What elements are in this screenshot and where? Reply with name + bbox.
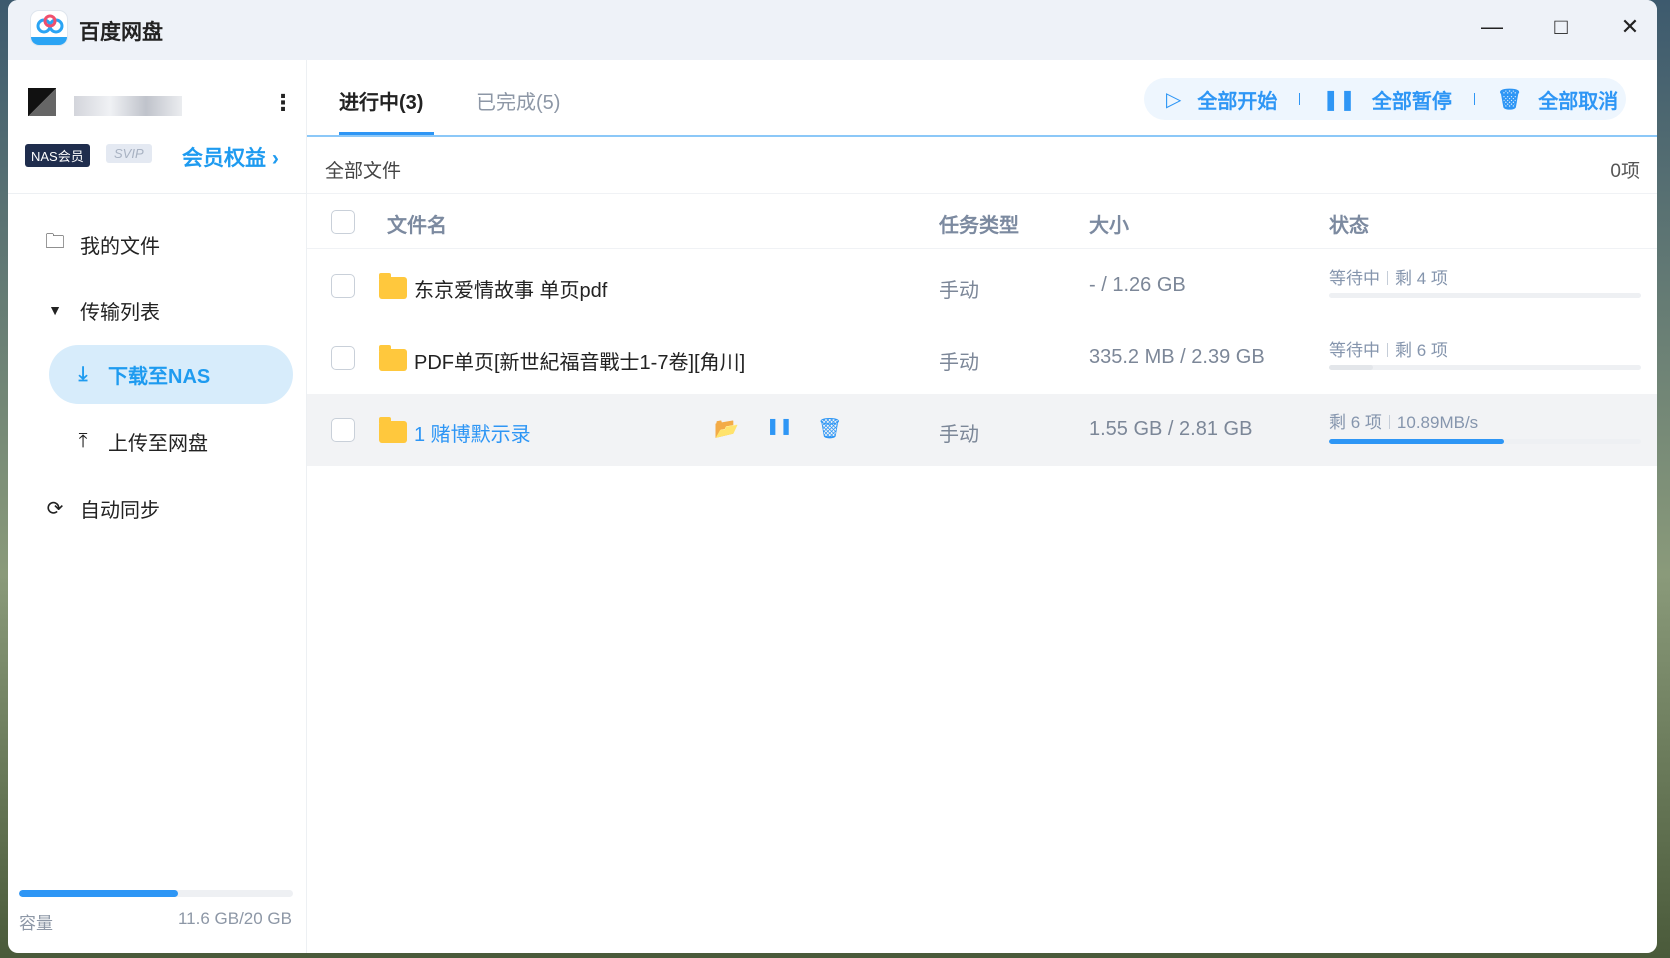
app-window: 百度网盘 — □ ✕ ⋮ NAS会员 SVIP 会员权益 › 🗀 我的文件 ▼ 传输… [8,0,1657,953]
folder-icon: 🗀 [45,231,65,253]
file-name[interactable]: 东京爱情故事 单页pdf [414,274,607,303]
delete-icon[interactable]: 🗑 [817,416,842,441]
caret-down-icon: ▼ [48,302,62,318]
minimize-button[interactable]: — [1477,12,1507,42]
file-name[interactable]: PDF单页[新世紀福音戰士1-7卷][角川] [414,346,745,375]
pause-all-button[interactable]: 全部暂停 [1372,85,1452,114]
separator [1299,93,1301,105]
divider [8,193,307,194]
table-header: 文件名 任务类型 大小 状态 [307,194,1657,249]
column-header-name[interactable]: 文件名 [387,209,447,238]
status-secondary: 10.89MB/s [1396,413,1479,432]
play-icon: ▷ [1166,88,1182,111]
main-panel: 进行中(3) 已完成(5) ▷ 全部开始 ❚❚ 全部暂停 🗑 全部取消 全部文件… [307,60,1657,953]
sidebar: ⋮ NAS会员 SVIP 会员权益 › 🗀 我的文件 ▼ 传输列表 ⤓ 下载至NAS … [8,60,307,953]
member-benefits-link[interactable]: 会员权益 › [182,142,279,172]
close-button[interactable]: ✕ [1615,12,1645,42]
capacity-fill [19,890,178,897]
download-icon: ⤓ [78,362,88,385]
tab-in-progress[interactable]: 进行中(3) [339,86,423,115]
start-all-button[interactable]: 全部开始 [1197,85,1277,114]
file-size: 335.2 MB / 2.39 GB [1089,346,1265,368]
status-text: 剩 6 项 10.89MB/s [1329,408,1478,433]
username-blurred [74,96,182,116]
column-header-type[interactable]: 任务类型 [939,209,1019,238]
table-row[interactable]: PDF单页[新世紀福音戰士1-7卷][角川] 手动 335.2 MB / 2.3… [307,322,1657,394]
nas-member-badge: NAS会员 [25,144,90,167]
column-header-status[interactable]: 状态 [1329,209,1369,238]
maximize-button[interactable]: □ [1546,12,1576,42]
pause-icon: ❚❚ [1322,88,1356,111]
progress-bar [1329,439,1641,444]
status-text: 等待中剩 6 项 [1329,336,1448,361]
status-primary: 等待中 [1329,341,1380,360]
file-size: - / 1.26 GB [1089,274,1186,296]
folder-icon [379,345,407,371]
capacity-bar [19,890,293,897]
sidebar-item-download-to-nas-content[interactable]: ⤓ 下载至NAS [8,352,298,396]
sidebar-item-auto-sync[interactable]: ⟳ 自动同步 [8,486,307,530]
pause-icon[interactable]: ❚❚ [766,416,793,436]
sync-icon: ⟳ [46,497,64,520]
progress-bar [1329,293,1641,298]
sidebar-item-my-files[interactable]: 🗀 我的文件 [8,222,307,266]
status-text: 等待中剩 4 项 [1329,264,1448,289]
avatar[interactable] [28,88,56,116]
row-checkbox[interactable] [331,418,355,442]
status-secondary: 剩 4 项 [1395,269,1448,288]
upload-icon: ⤒ [78,429,88,452]
select-all-checkbox[interactable] [331,210,355,234]
sidebar-item-upload-to-cloud[interactable]: ⤒ 上传至网盘 [8,419,307,463]
sidebar-item-label: 下载至NAS [108,365,211,388]
toolbar: ▷ 全部开始 ❚❚ 全部暂停 🗑 全部取消 [1144,78,1626,120]
trash-icon: 🗑 [1496,88,1523,111]
status-primary: 剩 6 项 [1329,413,1382,432]
row-checkbox[interactable] [331,274,355,298]
more-icon[interactable]: ⋮ [272,90,294,116]
separator [1473,93,1475,105]
capacity-label: 容量 [19,914,53,933]
member-benefits-label: 会员权益 [182,147,266,170]
table-row[interactable]: 1 赌博默示录 📂 ❚❚ 🗑 手动 1.55 GB / 2.81 GB 剩 6 … [307,394,1657,466]
task-type: 手动 [939,352,979,374]
sidebar-item-label: 传输列表 [80,301,160,324]
task-type: 手动 [939,280,979,302]
title-bar: 百度网盘 — □ ✕ [8,0,1657,60]
sidebar-item-label: 自动同步 [80,499,160,522]
svip-badge: SVIP [106,144,152,163]
folder-icon [379,273,407,299]
status-primary: 等待中 [1329,269,1380,288]
capacity-value: 11.6 GB/20 GB [177,909,292,928]
tab-completed[interactable]: 已完成(5) [476,86,560,115]
sidebar-item-transfer-list[interactable]: ▼ 传输列表 [8,288,307,332]
chevron-right-icon: › [271,147,279,170]
tab-divider [307,135,1657,137]
sidebar-item-label: 上传至网盘 [108,432,208,455]
app-title: 百度网盘 [79,21,163,44]
table-row[interactable]: 东京爱情故事 单页pdf 手动 - / 1.26 GB 等待中剩 4 项 [307,250,1657,322]
progress-bar [1329,365,1641,370]
column-header-size[interactable]: 大小 [1089,209,1129,238]
progress-fill [1329,365,1373,370]
filter-label: 全部文件 [325,161,402,182]
status-secondary: 剩 6 项 [1395,341,1448,360]
row-checkbox[interactable] [331,346,355,370]
folder-icon [379,417,407,443]
cancel-all-button[interactable]: 全部取消 [1538,85,1618,114]
sidebar-item-label: 我的文件 [80,235,160,258]
file-name[interactable]: 1 赌博默示录 [414,418,531,447]
item-count: 0项 [1610,161,1640,182]
file-size: 1.55 GB / 2.81 GB [1089,418,1253,440]
app-logo [30,10,68,46]
task-type: 手动 [939,424,979,446]
open-folder-icon[interactable]: 📂 [714,416,739,441]
progress-fill [1329,439,1504,444]
